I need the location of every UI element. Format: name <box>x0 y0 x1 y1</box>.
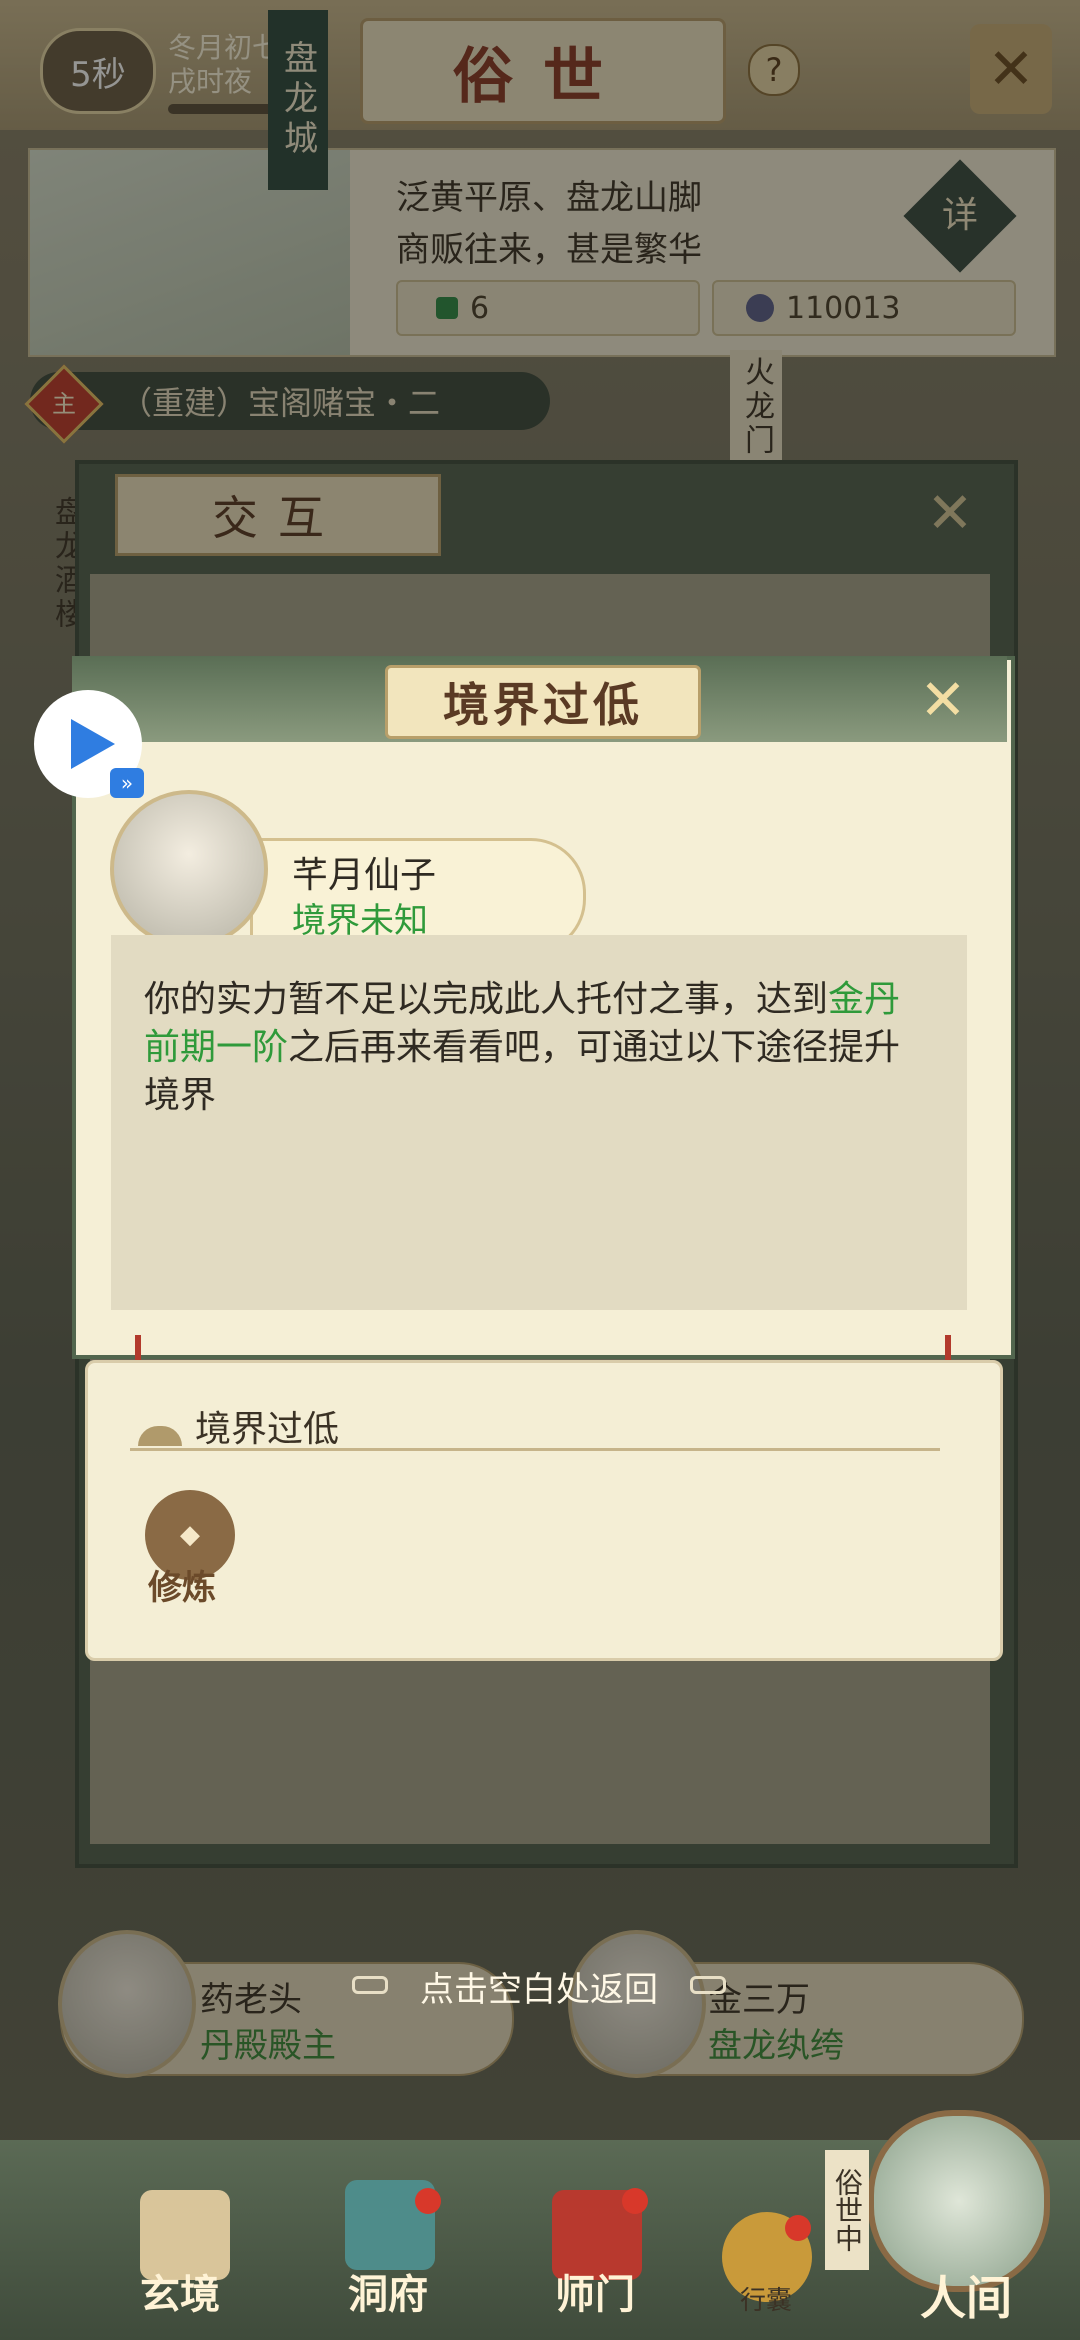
current-tag: 俗世中 <box>825 2150 869 2270</box>
scroll-right-icon <box>690 1976 726 1994</box>
message-text: 你的实力暂不足以完成此人托付之事，达到金丹前期一阶之后再来看看吧，可通过以下途径… <box>144 979 901 1116</box>
nav-item-xuanjing[interactable]: 玄境 <box>140 2262 220 2320</box>
nav-item-xingnang[interactable]: 行囊 <box>740 2280 792 2317</box>
close-icon[interactable]: ✕ <box>900 665 986 735</box>
back-hint: 点击空白处返回 <box>420 1970 658 2010</box>
nav-item-shimen[interactable]: 师门 <box>555 2262 635 2320</box>
cultivate-label: 修炼 <box>148 1568 216 1608</box>
notification-dot <box>415 2188 441 2214</box>
hint-title: 境界过低 <box>195 1409 340 1450</box>
notification-dot <box>622 2188 648 2214</box>
avatar <box>110 790 268 948</box>
fast-forward-icon[interactable]: » <box>110 768 144 798</box>
scroll-left-icon <box>352 1976 388 1994</box>
nav-item-dongfu[interactable]: 洞府 <box>348 2262 428 2320</box>
nav-item-renjian[interactable]: 人间 <box>920 2262 1012 2328</box>
notification-dot <box>785 2215 811 2241</box>
npc-name: 芊月仙子 <box>292 855 437 896</box>
divider <box>130 1448 940 1451</box>
modal-title: 境界过低 <box>385 665 701 739</box>
